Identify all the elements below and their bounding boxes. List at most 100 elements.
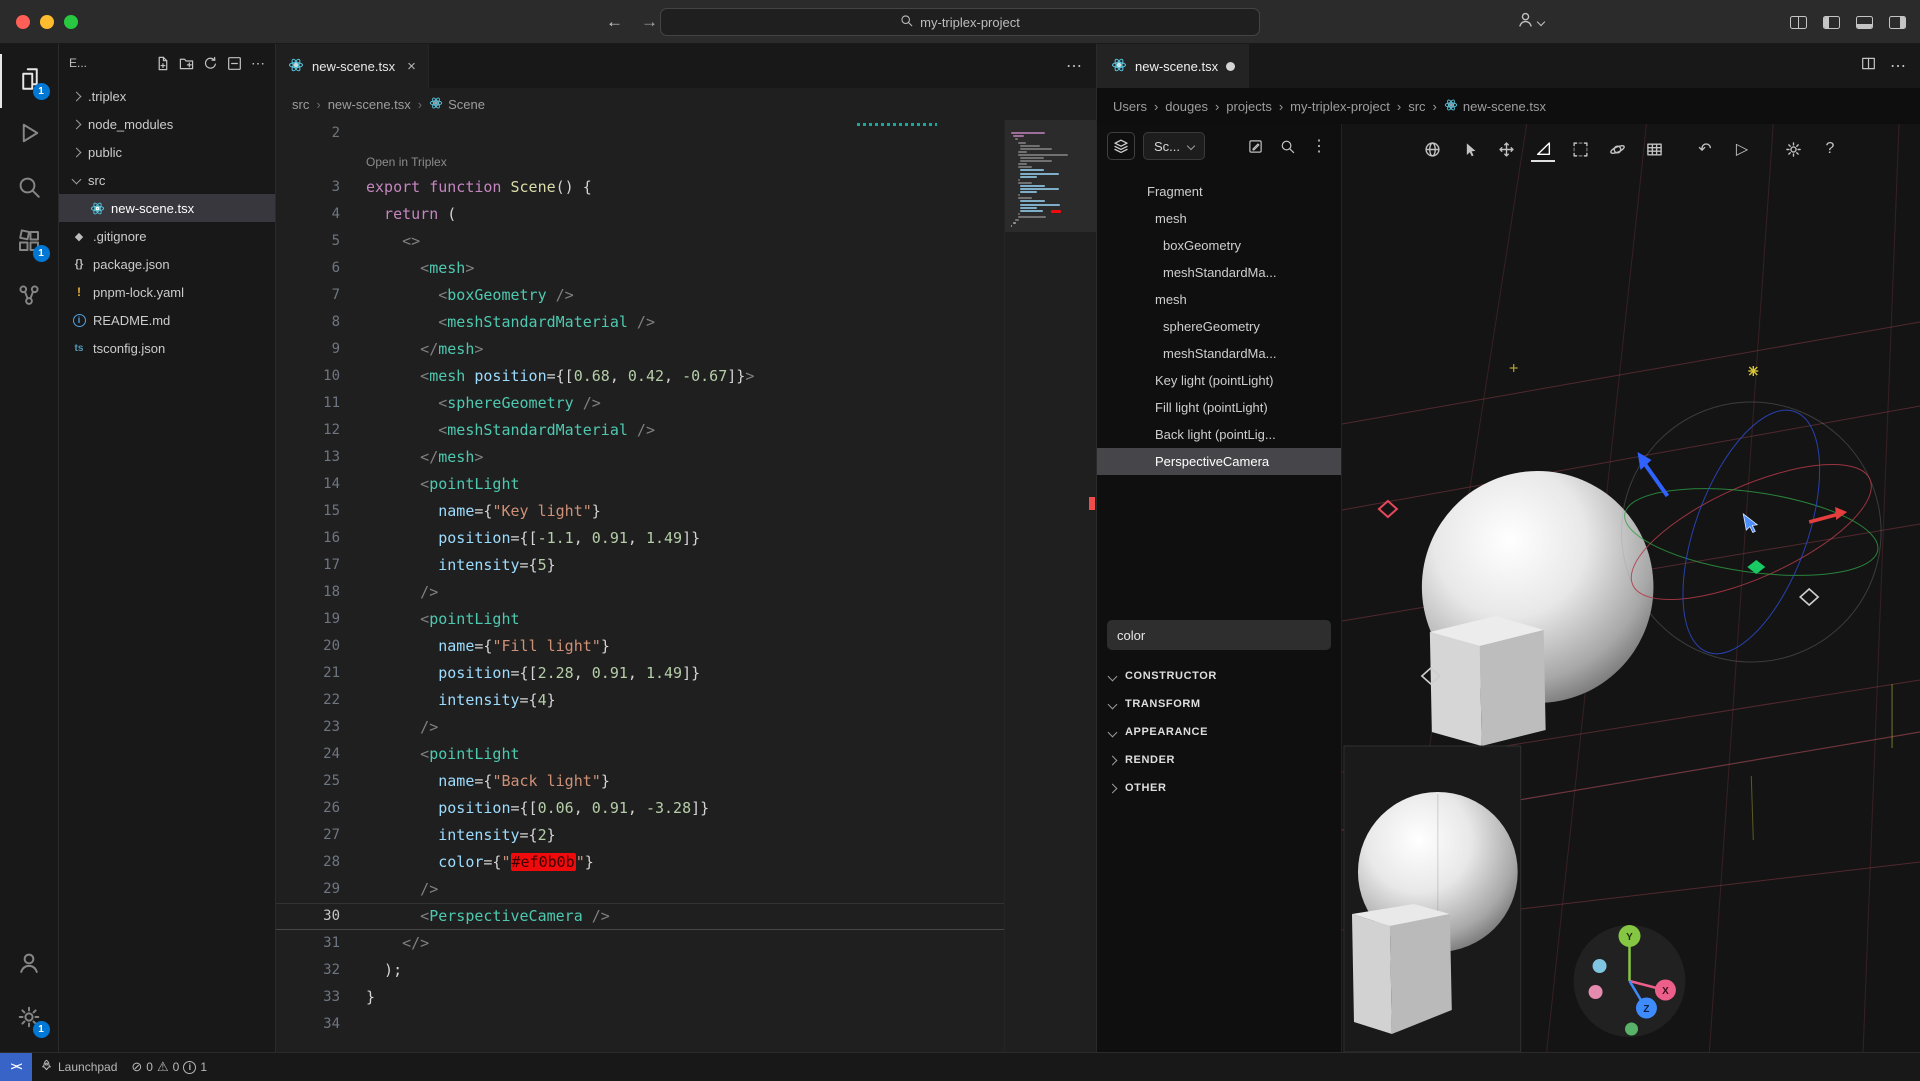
code-line-33[interactable]: 33} <box>276 984 1096 1011</box>
code-line-11[interactable]: 11 <sphereGeometry /> <box>276 390 1096 417</box>
scene-tree-item-fill-light-pointlight-[interactable]: Fill light (pointLight) <box>1097 394 1341 421</box>
codelens-open-in-triplex[interactable]: Open in Triplex <box>276 147 1096 174</box>
history-back-button[interactable]: ← <box>606 12 623 32</box>
code-line-12[interactable]: 12 <meshStandardMaterial /> <box>276 417 1096 444</box>
scene-tree-item-boxgeometry[interactable]: boxGeometry <box>1097 232 1341 259</box>
code-line-3[interactable]: 3export function Scene() { <box>276 174 1096 201</box>
scene-tree-item-key-light-pointlight-[interactable]: Key light (pointLight) <box>1097 367 1341 394</box>
file-tree-item-src[interactable]: src <box>59 166 275 194</box>
activity-item-run-debug[interactable] <box>0 108 59 162</box>
code-line-34[interactable]: 34 <box>276 1011 1096 1038</box>
viewport-tool-settings[interactable] <box>1781 136 1805 162</box>
file-tree-item-tsconfig.json[interactable]: tstsconfig.json <box>59 334 275 362</box>
scene-tree-item-fragment[interactable]: Fragment <box>1097 178 1341 205</box>
editor-tabbar-more[interactable]: ⋯ <box>1052 44 1096 88</box>
file-tree-item-.triplex[interactable]: .triplex <box>59 82 275 110</box>
launchpad-button[interactable]: Launchpad <box>32 1053 125 1081</box>
code-line-27[interactable]: 27 intensity={2} <box>276 822 1096 849</box>
new-file-button[interactable] <box>155 56 170 71</box>
code-line-10[interactable]: 10 <mesh position={[0.68, 0.42, -0.67]}> <box>276 363 1096 390</box>
split-editor-icon[interactable] <box>1861 56 1876 76</box>
viewport-tool-move[interactable] <box>1494 136 1518 162</box>
prop-section-other[interactable]: OTHER <box>1097 774 1341 802</box>
file-tree-item-README.md[interactable]: iREADME.md <box>59 306 275 334</box>
viewport-tool-orbit[interactable] <box>1605 136 1629 162</box>
breadcrumb-item-src[interactable]: src <box>1408 99 1425 114</box>
minimap[interactable] <box>1004 120 1096 1052</box>
triplex-more-actions[interactable]: ⋯ <box>1890 56 1906 76</box>
code-line-15[interactable]: 15 name={"Key light"} <box>276 498 1096 525</box>
props-filter-input[interactable] <box>1107 620 1331 650</box>
viewport-tool-grid[interactable] <box>1642 136 1666 162</box>
close-window-button[interactable] <box>16 15 30 29</box>
code-line-18[interactable]: 18 /> <box>276 579 1096 606</box>
viewport-tool-marquee[interactable] <box>1568 136 1592 162</box>
code-line-32[interactable]: 32 ); <box>276 957 1096 984</box>
code-line-23[interactable]: 23 /> <box>276 714 1096 741</box>
code-line-17[interactable]: 17 intensity={5} <box>276 552 1096 579</box>
file-tree-item-public[interactable]: public <box>59 138 275 166</box>
code-line-28[interactable]: 28 color={"#ef0b0b"} <box>276 849 1096 876</box>
copilot-menu[interactable] <box>1517 11 1544 33</box>
breadcrumb-item-Users[interactable]: Users <box>1113 99 1147 114</box>
code-line-20[interactable]: 20 name={"Fill light"} <box>276 633 1096 660</box>
viewport-tool-undo[interactable]: ↶ <box>1693 136 1717 162</box>
scene-search-icon[interactable] <box>1275 134 1299 158</box>
file-tree-item-new-scene.tsx[interactable]: new-scene.tsx <box>59 194 275 222</box>
axis-gizmo[interactable]: Y X Z <box>1574 925 1686 1037</box>
code-line-9[interactable]: 9 </mesh> <box>276 336 1096 363</box>
command-center-search[interactable]: my-triplex-project <box>660 8 1260 36</box>
code-line-14[interactable]: 14 <pointLight <box>276 471 1096 498</box>
breadcrumb-item-douges[interactable]: douges <box>1165 99 1208 114</box>
activity-item-remote[interactable] <box>0 270 59 324</box>
scene-layers-button[interactable] <box>1107 132 1135 160</box>
minimize-window-button[interactable] <box>40 15 54 29</box>
axis-x-label[interactable]: X <box>1662 986 1669 997</box>
file-tree-item-node_modules[interactable]: node_modules <box>59 110 275 138</box>
code-line-22[interactable]: 22 intensity={4} <box>276 687 1096 714</box>
code-line-6[interactable]: 6 <mesh> <box>276 255 1096 282</box>
activity-item-search[interactable] <box>0 162 59 216</box>
light-gizmo[interactable] <box>1510 364 1518 372</box>
activity-item-extensions[interactable]: 1 <box>0 216 59 270</box>
code-line-30[interactable]: 30 <PerspectiveCamera /> <box>276 903 1096 930</box>
3d-viewport-canvas[interactable]: Y X Z <box>1342 124 1920 1052</box>
refresh-explorer-button[interactable] <box>203 56 218 71</box>
code-line-25[interactable]: 25 name={"Back light"} <box>276 768 1096 795</box>
code-line-19[interactable]: 19 <pointLight <box>276 606 1096 633</box>
scene-tree-item-mesh[interactable]: mesh <box>1097 205 1341 232</box>
scene-tree-item-perspectivecamera[interactable]: PerspectiveCamera <box>1097 448 1341 475</box>
breadcrumb-item-my-triplex-project[interactable]: my-triplex-project <box>1290 99 1390 114</box>
breadcrumb-item-projects[interactable]: projects <box>1226 99 1272 114</box>
code-line-4[interactable]: 4 return ( <box>276 201 1096 228</box>
close-tab-icon[interactable]: × <box>407 58 416 75</box>
code-line-2[interactable]: 2 <box>276 120 1096 147</box>
scene-tree-item-meshstandardma-[interactable]: meshStandardMa... <box>1097 340 1341 367</box>
breadcrumb-item-src[interactable]: src <box>292 97 309 112</box>
code-line-31[interactable]: 31 </> <box>276 930 1096 957</box>
prop-section-constructor[interactable]: CONSTRUCTOR <box>1097 662 1341 690</box>
zoom-window-button[interactable] <box>64 15 78 29</box>
file-tree-item-.gitignore[interactable]: ◆.gitignore <box>59 222 275 250</box>
code-line-26[interactable]: 26 position={[0.06, 0.91, -3.28]} <box>276 795 1096 822</box>
box-mesh[interactable] <box>1430 616 1546 746</box>
collapse-folders-button[interactable] <box>227 56 242 71</box>
viewport-tool-help[interactable]: ? <box>1818 136 1842 162</box>
breadcrumb-item-new-scene.tsx[interactable]: new-scene.tsx <box>1444 98 1546 115</box>
file-tree-item-package.json[interactable]: {}package.json <box>59 250 275 278</box>
scene-tree-item-back-light-pointlig-[interactable]: Back light (pointLig... <box>1097 421 1341 448</box>
triplex-tab-new-scene[interactable]: new-scene.tsx <box>1097 44 1249 88</box>
light-helper-marker[interactable] <box>1379 501 1397 517</box>
axis-y-label[interactable]: Y <box>1626 932 1633 943</box>
viewport-tool-play[interactable]: ▷ <box>1730 136 1754 162</box>
breadcrumb-item-Scene[interactable]: Scene <box>429 96 485 113</box>
3d-viewport[interactable]: ↶ ▷? <box>1342 124 1920 1052</box>
prop-section-appearance[interactable]: APPEARANCE <box>1097 718 1341 746</box>
translate-y-handle[interactable] <box>1643 462 1667 496</box>
code-line-13[interactable]: 13 </mesh> <box>276 444 1096 471</box>
scene-tree-item-spheregeometry[interactable]: sphereGeometry <box>1097 313 1341 340</box>
code-editor[interactable]: 2Open in Triplex3export function Scene()… <box>276 120 1096 1052</box>
customize-layout-icon[interactable] <box>1790 16 1807 29</box>
file-tree-item-pnpm-lock.yaml[interactable]: !pnpm-lock.yaml <box>59 278 275 306</box>
scene-select-dropdown[interactable]: Sc... <box>1143 132 1205 160</box>
